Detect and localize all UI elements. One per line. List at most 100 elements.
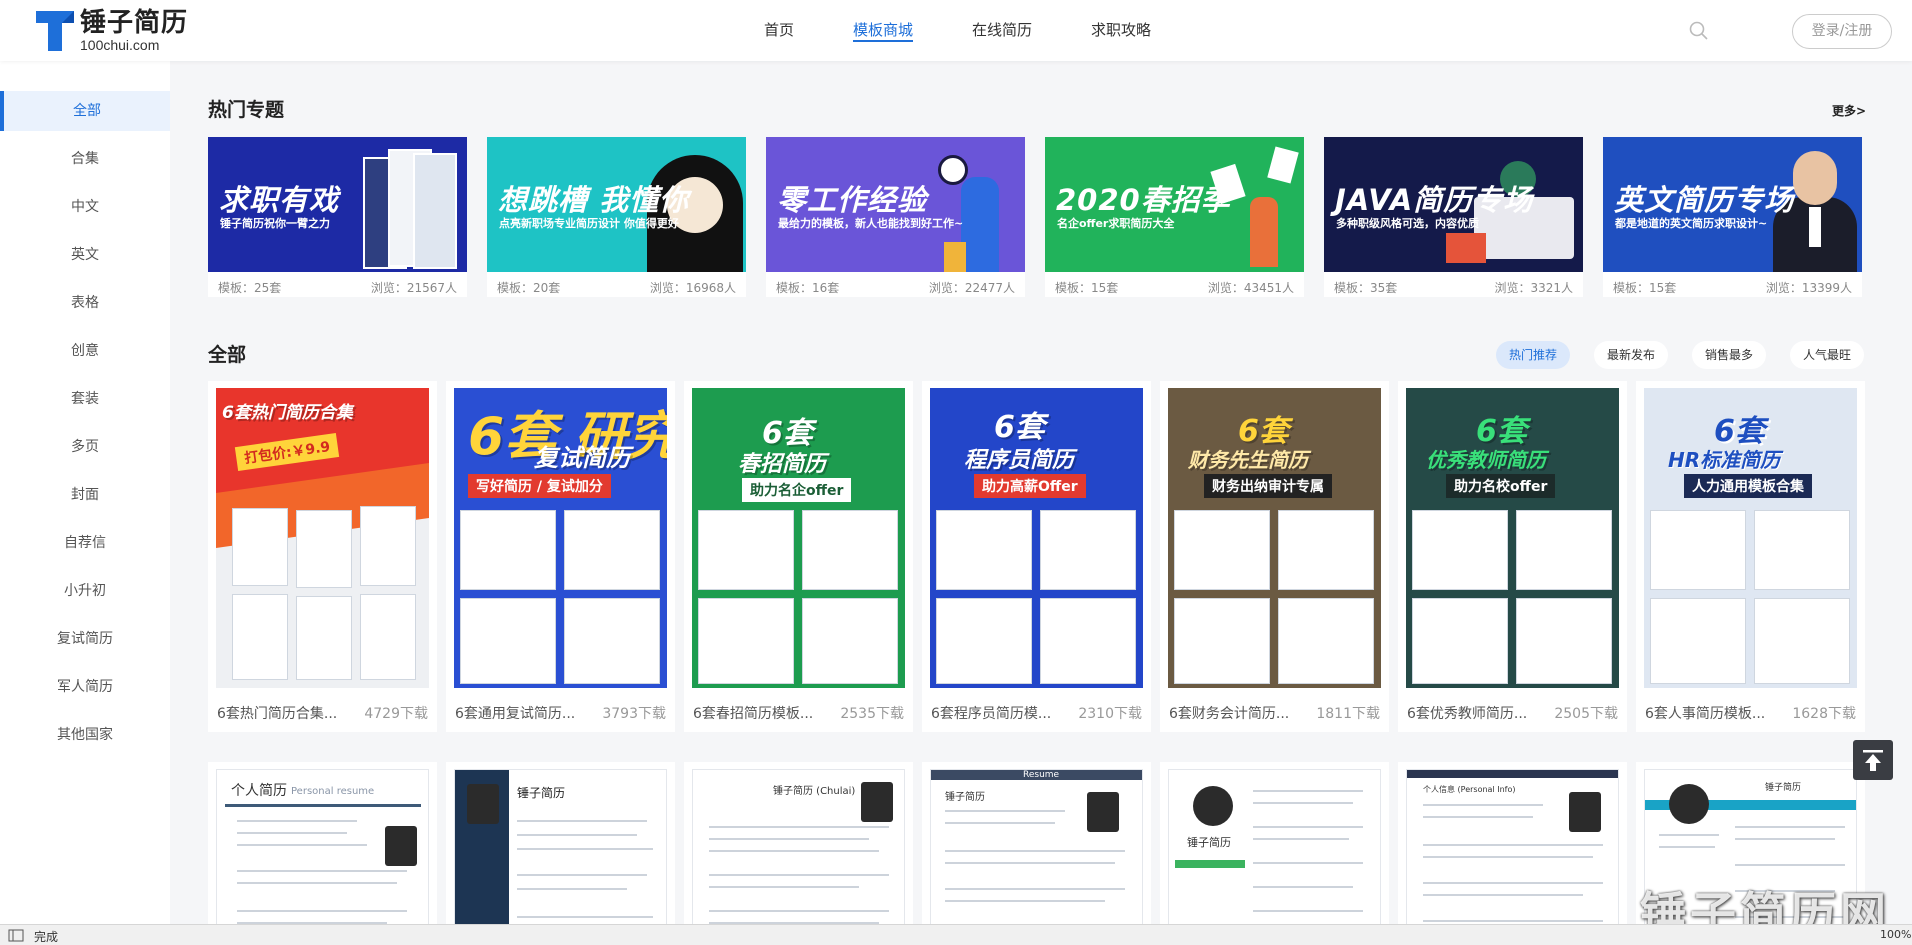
template-headline-2: 复试简历 [534, 444, 630, 472]
site-logo[interactable]: 锤子简历 100chui.com [36, 10, 188, 52]
all-templates-title: 全部 [208, 344, 247, 366]
panel-toggle-icon[interactable] [8, 929, 24, 942]
template-headline-2: 春招简历 [738, 452, 827, 477]
template-thumbnail: 6套 财务先生简历 财务出纳审计专属 [1168, 388, 1381, 688]
template-card[interactable]: 个人简历 Personal resume [208, 762, 437, 945]
topic-title: 求职有戏 [219, 183, 340, 217]
sidebar-item-collection[interactable]: 合集 [0, 139, 170, 179]
sidebar-item-cover-letter[interactable]: 自荐信 [0, 523, 170, 563]
sidebar-item-all[interactable]: 全部 [0, 91, 170, 131]
back-to-top-button[interactable] [1853, 740, 1893, 780]
template-headline-2: 财务先生简历 [1188, 448, 1308, 472]
template-thumbnail: Resume 锤子简历 [930, 769, 1143, 945]
template-headline-2: 程序员简历 [964, 448, 1075, 473]
template-card[interactable]: Resume 锤子简历 [922, 762, 1151, 945]
topic-card[interactable]: 想跳槽 我懂你 点亮新职场专业简历设计 你值得更好 模板：20套 浏览：16968… [487, 137, 746, 297]
filter-best-selling[interactable]: 销售最多 [1692, 341, 1767, 369]
template-headline-2: 优秀教师简历 [1426, 448, 1546, 472]
template-tagline: 助力名校offer [1446, 474, 1556, 498]
logo-mark-icon [36, 11, 74, 51]
topic-card[interactable]: 求职有戏 锤子简历祝你一臂之力 模板：25套 浏览：21567人 [208, 137, 467, 297]
template-card[interactable]: 锤子简历 [1160, 762, 1389, 945]
filter-most-popular[interactable]: 人气最旺 [1790, 341, 1865, 369]
topic-subtitle: 锤子简历祝你一臂之力 [220, 217, 330, 230]
topic-views: 浏览：22477人 [928, 281, 1015, 295]
topic-banner: 2020春招季 名企offer求职简历大全 [1045, 137, 1304, 272]
topic-views: 浏览：13399人 [1765, 281, 1852, 295]
sidebar-item-table[interactable]: 表格 [0, 283, 170, 323]
category-sidebar: 全部 合集 中文 英文 表格 创意 套装 多页 封面 自荐信 小升初 复试简历 … [0, 61, 170, 945]
resume-title: 个人信息 (Personal Info) [1423, 785, 1516, 794]
topic-card[interactable]: 英文简历专场 都是地道的英文简历求职设计~ 模板：15套 浏览：13399人 [1603, 137, 1862, 297]
nav-online-resume[interactable]: 在线简历 [972, 0, 1032, 61]
sidebar-item-cover[interactable]: 封面 [0, 475, 170, 515]
topic-subtitle: 名企offer求职简历大全 [1057, 217, 1175, 230]
template-name: 6套春招简历模板... [693, 706, 814, 722]
sidebar-item-chinese[interactable]: 中文 [0, 187, 170, 227]
nav-template-store[interactable]: 模板商城 [853, 0, 914, 61]
template-thumbnail: 个人简历 Personal resume [216, 769, 429, 945]
more-link[interactable]: 更多> [1832, 102, 1866, 119]
filter-newest[interactable]: 最新发布 [1594, 341, 1669, 369]
nav-home[interactable]: 首页 [764, 0, 794, 61]
template-thumbnail: 6套 优秀教师简历 助力名校offer [1406, 388, 1619, 688]
filter-hot[interactable]: 热门推荐 [1496, 341, 1571, 369]
topic-banner: 求职有戏 锤子简历祝你一臂之力 [208, 137, 467, 272]
template-card[interactable]: 6套 研究生 复试简历 写好简历 / 复试加分 6套通用复试简历... 3793… [446, 381, 675, 732]
resume-subtitle: 锤子简历 [945, 792, 985, 803]
sidebar-item-creative[interactable]: 创意 [0, 331, 170, 371]
template-card[interactable]: 6套热门简历合集 打包价:￥9.9 6套热门简历合集... 4729下载 [208, 381, 437, 732]
resume-title: 锤子简历 [1187, 836, 1231, 849]
topic-card[interactable]: 2020春招季 名企offer求职简历大全 模板：15套 浏览：43451人 [1045, 137, 1304, 297]
login-register-button[interactable]: 登录/注册 [1792, 14, 1892, 49]
topic-title: JAVA简历专场 [1335, 183, 1534, 217]
template-tagline: 助力名企offer [742, 478, 852, 502]
resume-title: 锤子简历 [517, 786, 566, 800]
template-thumbnail: 锤子简历 [1168, 769, 1381, 945]
template-card[interactable]: 6套 程序员简历 助力高薪Offer 6套程序员简历模... 2310下载 [922, 381, 1151, 732]
template-card[interactable]: 6套 财务先生简历 财务出纳审计专属 6套财务会计简历... 1811下载 [1160, 381, 1389, 732]
template-card[interactable]: 6套 优秀教师简历 助力名校offer 6套优秀教师简历... 2505下载 [1398, 381, 1627, 732]
topic-banner: JAVA简历专场 多种职级风格可选，内容优质 [1324, 137, 1583, 272]
template-card[interactable]: 锤子简历 (Chulai) [684, 762, 913, 945]
search-icon[interactable] [1688, 20, 1710, 42]
topic-template-count: 模板：15套 [1613, 281, 1677, 295]
topic-banner: 零工作经验 最给力的模板，新人也能找到好工作~ [766, 137, 1025, 272]
sidebar-item-military[interactable]: 军人简历 [0, 667, 170, 707]
topic-title: 想跳槽 我懂你 [498, 183, 690, 217]
template-name: 6套热门简历合集... [217, 706, 338, 722]
zoom-level[interactable]: 100% [1880, 928, 1911, 941]
resume-title: 个人简历 [231, 783, 287, 799]
sidebar-item-multipage[interactable]: 多页 [0, 427, 170, 467]
sidebar-item-retest[interactable]: 复试简历 [0, 619, 170, 659]
topic-banner: 英文简历专场 都是地道的英文简历求职设计~ [1603, 137, 1862, 272]
template-card[interactable]: 6套 HR标准简历 人力通用模板合集 6套人事简历模板... 1628下载 [1636, 381, 1865, 732]
template-thumbnail: 6套热门简历合集 打包价:￥9.9 [216, 388, 429, 688]
sidebar-item-other-countries[interactable]: 其他国家 [0, 715, 170, 755]
resume-subtitle: Personal resume [291, 786, 375, 797]
resume-title: 锤子简历 [1765, 783, 1802, 793]
template-thumbnail: 6套 程序员简历 助力高薪Offer [930, 388, 1143, 688]
template-card[interactable]: 锤子简历 [446, 762, 675, 945]
nav-job-guide[interactable]: 求职攻略 [1091, 0, 1151, 61]
topic-banner: 想跳槽 我懂你 点亮新职场专业简历设计 你值得更好 [487, 137, 746, 272]
topic-views: 浏览：21567人 [370, 281, 457, 295]
topic-template-count: 模板：20套 [497, 281, 561, 295]
template-name: 6套人事简历模板... [1645, 706, 1766, 722]
template-downloads: 3793下载 [602, 706, 666, 722]
template-card[interactable]: 个人信息 (Personal Info) [1398, 762, 1627, 945]
template-thumbnail: 6套 春招简历 助力名企offer [692, 388, 905, 688]
logo-domain: 100chui.com [80, 37, 160, 53]
sidebar-item-primary-to-junior[interactable]: 小升初 [0, 571, 170, 611]
top-header: 锤子简历 100chui.com 首页 模板商城 在线简历 求职攻略 登录/注册 [0, 0, 1912, 61]
template-headline: 6套热门简历合集 [222, 403, 353, 423]
topic-card[interactable]: JAVA简历专场 多种职级风格可选，内容优质 模板：35套 浏览：3321人 [1324, 137, 1583, 297]
browser-status-bar: 完成 100% [0, 924, 1912, 945]
logo-name: 锤子简历 [80, 8, 189, 38]
sidebar-item-set[interactable]: 套装 [0, 379, 170, 419]
template-downloads: 1628下载 [1792, 706, 1856, 722]
topic-card[interactable]: 零工作经验 最给力的模板，新人也能找到好工作~ 模板：16套 浏览：22477人 [766, 137, 1025, 297]
topic-views: 浏览：43451人 [1207, 281, 1294, 295]
sidebar-item-english[interactable]: 英文 [0, 235, 170, 275]
template-card[interactable]: 6套 春招简历 助力名企offer 6套春招简历模板... 2535下载 [684, 381, 913, 732]
